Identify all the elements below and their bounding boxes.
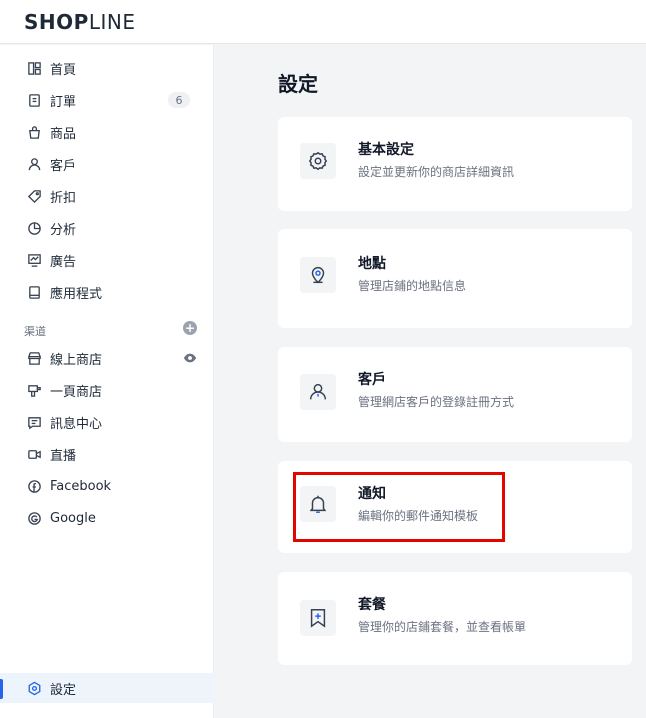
sidebar-item-label: 設定 (50, 682, 77, 698)
sidebar-item-facebook[interactable]: Facebook (0, 471, 214, 501)
location-icon (300, 257, 336, 293)
settings-icon (26, 680, 42, 696)
sidebar-item-apps[interactable]: 應用程式 (0, 277, 214, 307)
sidebar-item-label: 商品 (50, 126, 77, 142)
store-icon (26, 350, 42, 366)
order-icon (26, 92, 42, 108)
sidebar-item-discounts[interactable]: 折扣 (0, 181, 214, 211)
google-icon (26, 510, 42, 526)
bookmark-plus-icon (300, 600, 336, 636)
sidebar-item-online-store[interactable]: 線上商店 (0, 343, 214, 373)
bag-icon (26, 124, 42, 140)
sidebar-item-google[interactable]: Google (0, 503, 214, 533)
sidebar-item-products[interactable]: 商品 (0, 117, 214, 147)
sidebar-item-label: Facebook (50, 478, 112, 494)
sidebar: 首頁 訂單 6 商品 客戶 折扣 分析 廣告 應用程式 渠道 + 線上商店 一頁… (0, 45, 214, 718)
sidebar-item-customers[interactable]: 客戶 (0, 149, 214, 179)
highlight-box (293, 472, 505, 542)
sidebar-item-message-center[interactable]: 訊息中心 (0, 407, 214, 437)
sidebar-item-label: 一頁商店 (50, 384, 103, 400)
sidebar-item-ads[interactable]: 廣告 (0, 245, 214, 275)
settings-card-customers[interactable]: 客戶 管理網店客戶的登錄註冊方式 (278, 347, 632, 442)
sidebar-item-label: 直播 (50, 448, 77, 464)
order-count-badge: 6 (168, 92, 190, 108)
active-indicator (0, 679, 3, 699)
settings-card-location[interactable]: 地點 管理店鋪的地點信息 (278, 229, 632, 328)
monitor-icon (26, 252, 42, 268)
add-channel-button[interactable]: + (183, 321, 197, 335)
app-icon (26, 284, 42, 300)
sidebar-item-label: 首頁 (50, 62, 77, 78)
card-description: 管理你的店鋪套餐，並查看帳單 (358, 620, 527, 634)
grid-icon (26, 60, 42, 76)
page-title: 設定 (278, 72, 318, 96)
sidebar-item-home[interactable]: 首頁 (0, 53, 214, 83)
person-icon (26, 156, 42, 172)
card-description: 管理店鋪的地點信息 (358, 279, 467, 293)
sidebar-item-label: Google (50, 510, 96, 526)
top-bar: SHOPLINE (0, 0, 646, 44)
sidebar-item-label: 線上商店 (50, 352, 103, 368)
card-description: 設定並更新你的商店詳細資訊 (358, 165, 515, 179)
gear-icon (300, 143, 336, 179)
sidebar-item-analytics[interactable]: 分析 (0, 213, 214, 243)
channels-section-label: 渠道 (24, 325, 46, 338)
sidebar-item-live[interactable]: 直播 (0, 439, 214, 469)
card-description: 管理網店客戶的登錄註冊方式 (358, 395, 515, 409)
eye-icon[interactable] (183, 351, 197, 365)
sidebar-item-label: 廣告 (50, 254, 77, 270)
sidebar-item-label: 折扣 (50, 190, 77, 206)
message-icon (26, 414, 42, 430)
sidebar-item-label: 分析 (50, 222, 77, 238)
facebook-icon (26, 478, 42, 494)
sidebar-item-label: 訂單 (50, 94, 77, 110)
sidebar-item-label: 訊息中心 (50, 416, 103, 432)
chart-icon (26, 220, 42, 236)
tag-icon (26, 188, 42, 204)
settings-card-basic[interactable]: 基本設定 設定並更新你的商店詳細資訊 (278, 117, 632, 211)
sidebar-item-label: 應用程式 (50, 286, 103, 302)
card-title: 套餐 (358, 597, 386, 613)
video-icon (26, 446, 42, 462)
shopline-logo[interactable]: SHOPLINE (24, 10, 135, 34)
card-title: 基本設定 (358, 142, 414, 158)
card-title: 地點 (358, 256, 386, 272)
sidebar-item-label: 客戶 (50, 158, 77, 174)
sidebar-item-settings[interactable]: 設定 (0, 673, 214, 703)
sidebar-item-one-page-store[interactable]: 一頁商店 (0, 375, 214, 405)
page-store-icon (26, 382, 42, 398)
sidebar-item-orders[interactable]: 訂單 6 (0, 85, 214, 115)
settings-card-plan[interactable]: 套餐 管理你的店鋪套餐，並查看帳單 (278, 572, 632, 665)
person-icon (300, 374, 336, 410)
card-title: 客戶 (358, 372, 386, 388)
